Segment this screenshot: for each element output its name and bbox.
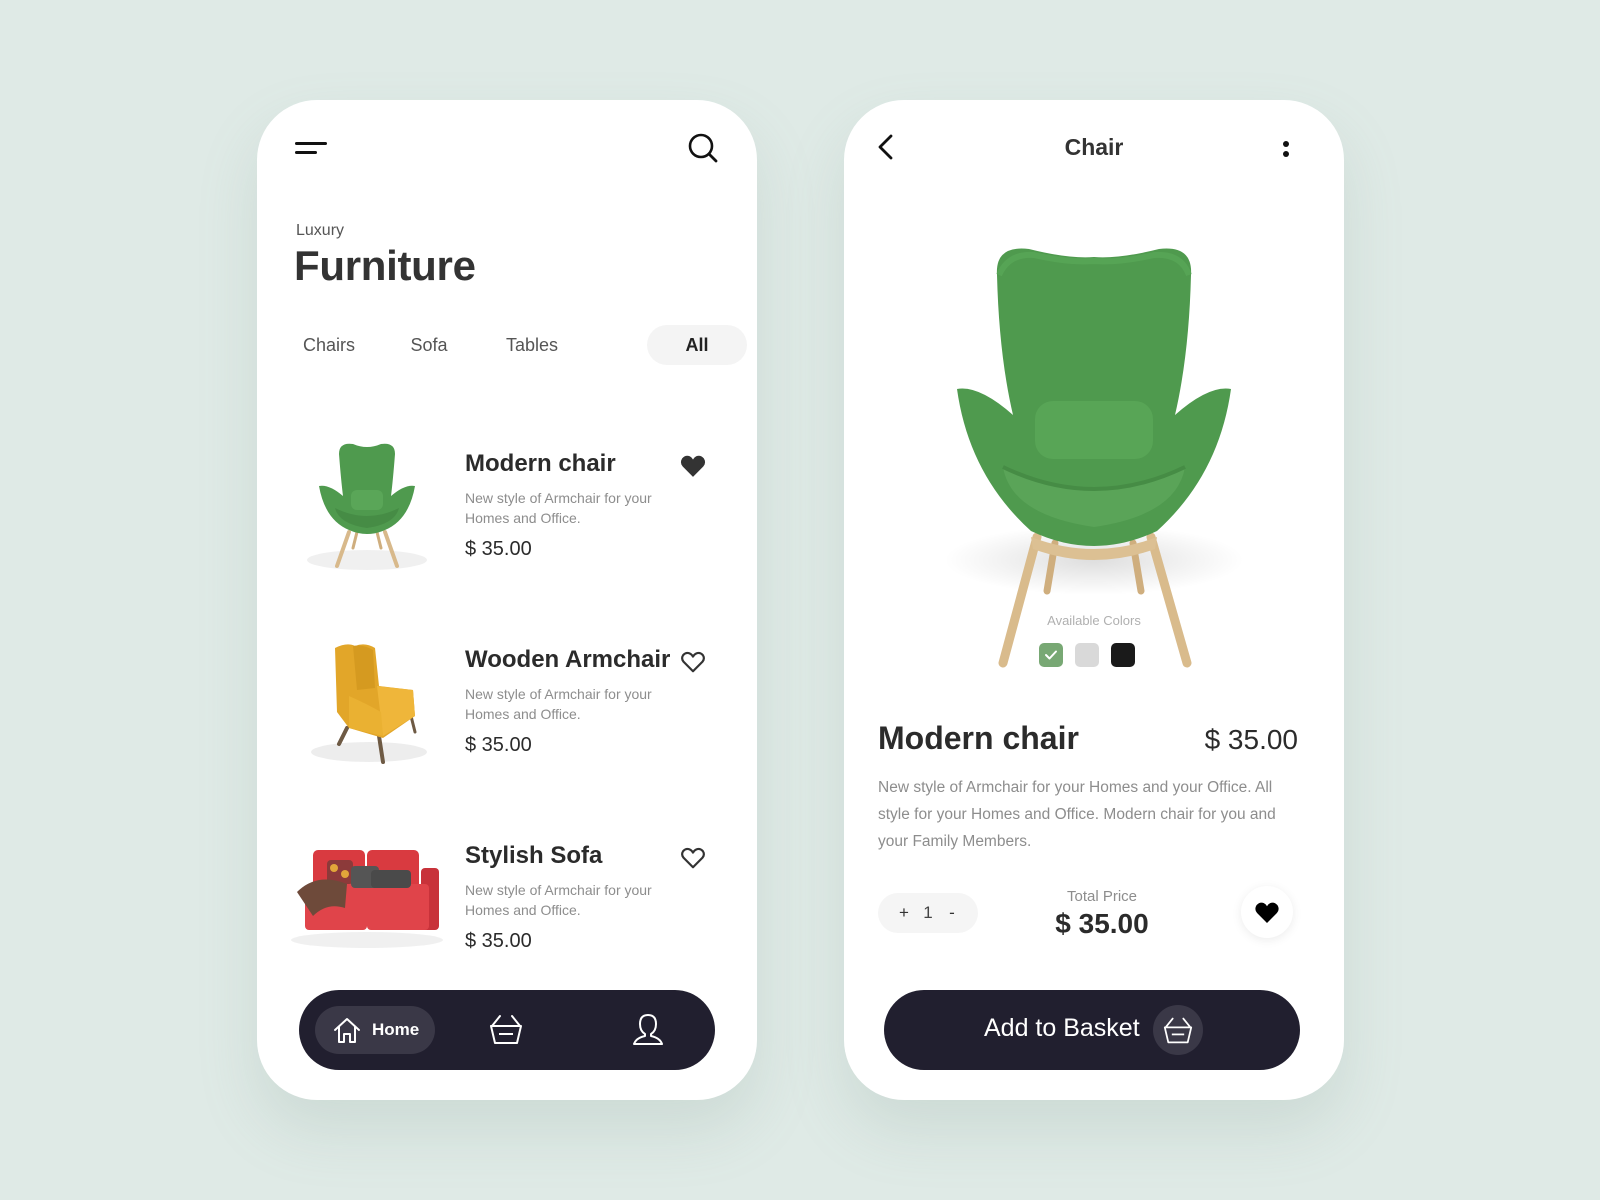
product-image-yellow-armchair [311,644,427,764]
furniture-list-screen: Luxury Furniture Chairs Sofa Tables All … [257,100,757,1100]
product-price: $ 35.00 [1204,724,1298,755]
basket-icon[interactable] [489,1012,523,1046]
quantity-increment-button[interactable]: + [896,893,912,933]
product-image-red-sofa [291,850,443,948]
product-name: Stylish Sofa [465,842,603,869]
favorite-button[interactable] [1241,886,1293,938]
color-swatch-green[interactable] [1039,643,1063,667]
more-vertical-icon[interactable] [1279,138,1293,160]
nav-home-label: Home [372,1020,420,1039]
check-icon [1045,650,1057,660]
detail-title: Chair [1064,134,1124,160]
add-to-basket-label: Add to Basket [984,1014,1140,1042]
product-name: Modern chair [878,720,1079,756]
color-swatch-black[interactable] [1111,643,1135,667]
product-name: Wooden Armchair [465,646,671,673]
product-description: New style of Armchair for your Homes and… [878,779,1276,850]
user-icon[interactable] [632,1012,664,1046]
total-price-value: $ 35.00 [1055,908,1149,939]
heart-outline-icon[interactable] [680,846,706,870]
page-eyebrow: Luxury [296,222,345,239]
menu-icon[interactable] [295,140,329,160]
heart-outline-icon[interactable] [680,650,706,674]
tab-tables[interactable]: Tables [487,325,577,365]
quantity-stepper: + 1 - [878,893,978,933]
product-card[interactable]: Modern chair New style of Armchair for y… [287,420,727,580]
tab-all[interactable]: All [647,325,747,365]
home-icon [334,1018,360,1043]
product-name: Modern chair [465,450,616,477]
page-title: Furniture [294,242,476,289]
total-price-label: Total Price [1066,888,1138,905]
product-description: New style of Armchair for your Homes and… [465,686,652,722]
product-detail-screen: Chair Available Colors Modern chair $ 35… [844,100,1344,1100]
heart-filled-icon [1255,902,1279,923]
basket-icon [1163,1017,1193,1044]
product-description: New style of Armchair for your Homes and… [465,882,652,918]
bottom-navigation: Home [299,990,715,1070]
quantity-decrement-button[interactable]: - [944,893,960,933]
quantity-value: 1 [923,903,933,922]
product-image-green-armchair [307,443,427,570]
product-price: $ 35.00 [465,734,532,756]
product-card[interactable]: Stylish Sofa New style of Armchair for y… [287,812,727,972]
tab-sofa[interactable]: Sofa [395,325,463,365]
color-swatch-light-gray[interactable] [1075,643,1099,667]
product-price: $ 35.00 [465,538,532,560]
product-price: $ 35.00 [465,930,532,952]
add-to-basket-button[interactable]: Add to Basket [884,990,1300,1070]
search-icon[interactable] [687,132,719,164]
available-colors-label: Available Colors [1047,613,1141,628]
tab-chairs[interactable]: Chairs [287,325,371,365]
heart-filled-icon[interactable] [680,454,706,478]
product-card[interactable]: Wooden Armchair New style of Armchair fo… [287,616,727,776]
basket-icon-badge [1153,1005,1203,1055]
product-description: New style of Armchair for your Homes and… [465,490,652,526]
category-tabs: Chairs Sofa Tables All [287,325,747,365]
nav-home-button[interactable]: Home [315,1006,435,1054]
